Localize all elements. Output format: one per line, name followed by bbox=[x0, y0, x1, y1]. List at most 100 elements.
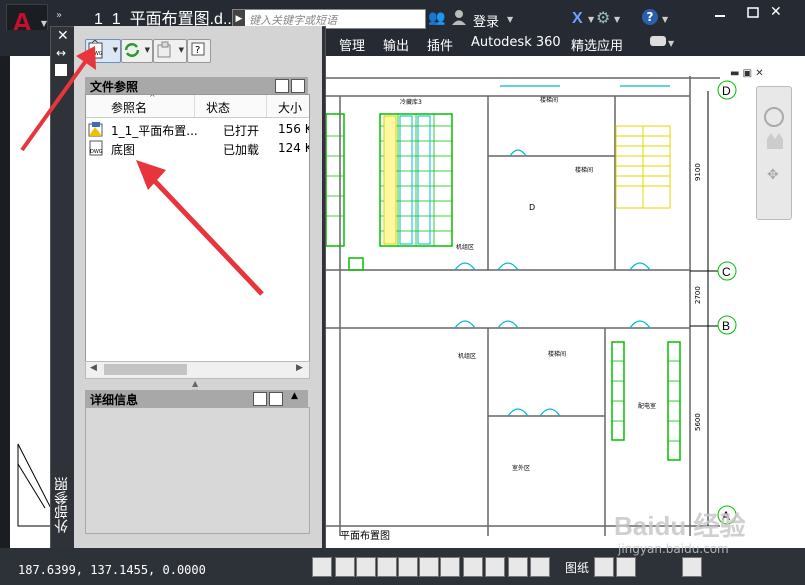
login-link[interactable]: 登录 bbox=[473, 11, 499, 30]
svg-text:DWG: DWG bbox=[90, 51, 103, 57]
refresh-button[interactable]: ▼ bbox=[121, 39, 153, 63]
chevron-down-icon[interactable]: ▼ bbox=[668, 39, 674, 48]
room-label: 楼梯间 bbox=[575, 166, 593, 174]
file-references-list[interactable]: 参照名 ^ 状态 大小 1_1_平面布置... 已打开 156 K DWG 底图… bbox=[85, 94, 310, 376]
scroll-right-icon[interactable]: ▶ bbox=[296, 363, 303, 373]
dim-label: 9100 bbox=[694, 163, 702, 181]
tab-featured-apps[interactable]: 精选应用 bbox=[571, 35, 623, 54]
tab-autodesk-360[interactable]: Autodesk 360 bbox=[471, 35, 561, 50]
column-divider[interactable] bbox=[266, 95, 267, 117]
room-d-label: D bbox=[529, 203, 535, 212]
object-snap-tracking-button[interactable] bbox=[440, 557, 460, 577]
attach-dwg-button[interactable]: DWG ▼ bbox=[85, 39, 121, 63]
reference-name: 1_1_平面布置... bbox=[111, 124, 198, 138]
file-references-title: 文件参照 bbox=[90, 80, 139, 94]
quick-access-expand-icon[interactable]: » bbox=[56, 10, 62, 21]
list-item[interactable]: 1_1_平面布置... 已打开 156 K bbox=[86, 119, 309, 139]
list-item[interactable]: DWG 底图 已加载 124 K bbox=[86, 138, 309, 158]
watermark: Baidu 经验 jingyan.baidu.com bbox=[614, 506, 800, 566]
collapse-icon[interactable]: ▲ bbox=[291, 391, 298, 401]
chevron-down-icon: ▼ bbox=[112, 46, 118, 54]
room-label: 机组区 bbox=[458, 352, 476, 360]
properties-icon[interactable] bbox=[55, 64, 67, 76]
room-label: 冷藏库3 bbox=[400, 98, 422, 106]
binoculars-icon[interactable]: 👥 bbox=[428, 10, 445, 26]
exchange-apps-icon[interactable]: X bbox=[572, 10, 583, 28]
svg-text:?: ? bbox=[195, 45, 200, 56]
dynamic-ucs-button[interactable] bbox=[463, 557, 483, 577]
reference-status: 已打开 bbox=[223, 124, 260, 138]
restore-window-icon[interactable] bbox=[739, 6, 767, 20]
coordinate-readout: 187.6399, 137.1455, 0.0000 bbox=[18, 563, 206, 577]
grid-label-d: D bbox=[722, 84, 731, 98]
tree-view-icon[interactable] bbox=[291, 79, 305, 93]
left-edge-strip bbox=[0, 56, 10, 548]
details-panel bbox=[85, 407, 310, 534]
details-header: 详细信息 ▲ bbox=[85, 390, 308, 407]
column-divider[interactable] bbox=[194, 95, 195, 117]
lineweight-button[interactable] bbox=[508, 557, 528, 577]
palette-toolbar: DWG ▼ ▼ ▼ ? bbox=[85, 39, 211, 63]
polar-tracking-button[interactable] bbox=[377, 557, 397, 577]
room-label: 配电室 bbox=[638, 402, 656, 410]
svg-text:✥: ✥ bbox=[767, 167, 779, 183]
transparency-button[interactable] bbox=[530, 557, 550, 577]
auto-hide-icon[interactable]: ↔ bbox=[56, 46, 66, 60]
room-label: 机组区 bbox=[456, 243, 474, 251]
chevron-down-icon[interactable]: ▼ bbox=[614, 15, 620, 24]
dynamic-input-button[interactable] bbox=[485, 557, 505, 577]
dwg-open-icon bbox=[88, 122, 103, 137]
user-icon[interactable] bbox=[452, 9, 466, 25]
ribbon-minimize-icon[interactable] bbox=[650, 36, 666, 46]
tab-plugins[interactable]: 插件 bbox=[427, 35, 453, 54]
list-view-icon[interactable] bbox=[275, 79, 289, 93]
reference-status: 已加载 bbox=[223, 143, 260, 157]
navigation-bar[interactable]: ✥ bbox=[756, 86, 792, 220]
chevron-down-icon[interactable]: ▼ bbox=[507, 15, 513, 24]
close-icon[interactable]: ✕ bbox=[57, 28, 69, 44]
minimize-window-icon[interactable] bbox=[706, 6, 734, 20]
pan-zoom-icon: ✥ bbox=[764, 107, 784, 183]
a360-icon[interactable]: ⚙ bbox=[596, 8, 610, 27]
details-title: 详细信息 bbox=[90, 393, 139, 407]
scrollbar-thumb[interactable] bbox=[104, 364, 187, 375]
close-window-icon[interactable]: ✕ bbox=[770, 4, 782, 20]
watermark-url: jingyan.baidu.com bbox=[618, 542, 729, 556]
change-path-button[interactable]: ▼ bbox=[153, 39, 187, 63]
details-view-icon[interactable] bbox=[253, 392, 267, 406]
horizontal-scrollbar[interactable]: ◀ ▶ bbox=[85, 361, 310, 379]
3d-object-snap-button[interactable] bbox=[419, 557, 439, 577]
help-icon[interactable]: ? bbox=[642, 9, 658, 25]
quick-view-layouts-button[interactable] bbox=[594, 557, 614, 577]
object-snap-button[interactable] bbox=[398, 557, 418, 577]
reference-name: 底图 bbox=[111, 143, 136, 157]
room-label: 楼梯间 bbox=[540, 96, 558, 104]
tab-output[interactable]: 输出 bbox=[383, 35, 409, 54]
chevron-down-icon: ▼ bbox=[144, 46, 150, 54]
tab-manage[interactable]: 管理 bbox=[339, 35, 365, 54]
ortho-mode-button[interactable] bbox=[356, 557, 376, 577]
watermark-logo: Baidu 经验 bbox=[614, 511, 746, 541]
help-button[interactable]: ? bbox=[187, 39, 211, 63]
column-reference-name[interactable]: 参照名 bbox=[111, 99, 147, 116]
room-label: 室外区 bbox=[512, 464, 530, 472]
column-status[interactable]: 状态 bbox=[206, 99, 230, 116]
help-icon: ? bbox=[191, 42, 205, 56]
chevron-down-icon[interactable]: ▼ bbox=[662, 15, 668, 24]
change-path-icon bbox=[157, 41, 171, 58]
reference-size: 156 K bbox=[278, 122, 310, 136]
preview-view-icon[interactable] bbox=[269, 392, 283, 406]
chevron-down-icon[interactable]: ▼ bbox=[588, 15, 594, 24]
snap-mode-button[interactable] bbox=[312, 557, 332, 577]
viewport-controls[interactable]: ▬ ▣ ✕ bbox=[730, 68, 764, 79]
file-references-header: 文件参照 bbox=[85, 77, 308, 94]
column-header-row: 参照名 ^ 状态 大小 bbox=[86, 95, 309, 118]
drawing-title: 平面布置图 bbox=[340, 530, 390, 542]
column-size[interactable]: 大小 bbox=[278, 99, 302, 116]
paper-space-button[interactable]: 图纸 bbox=[565, 559, 589, 576]
scroll-left-icon[interactable]: ◀ bbox=[90, 363, 97, 373]
reference-size: 124 K bbox=[278, 141, 310, 155]
palette-title: 外部参照 bbox=[54, 477, 70, 533]
dwg-xref-icon: DWG bbox=[89, 140, 103, 156]
grid-display-button[interactable] bbox=[335, 557, 355, 577]
